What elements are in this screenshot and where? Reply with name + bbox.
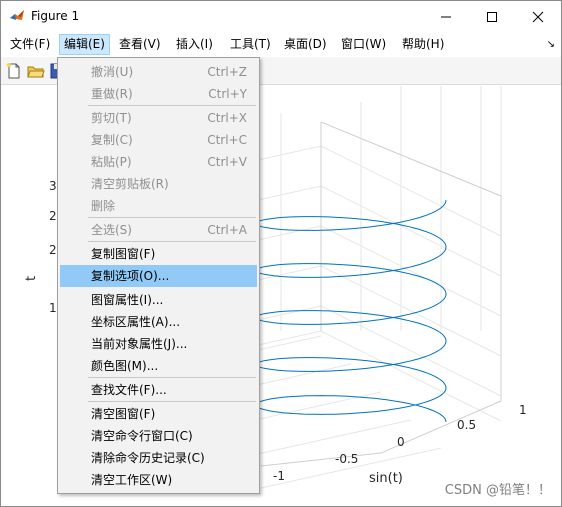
menu-item-shortcut: Ctrl+C bbox=[207, 133, 247, 147]
menu-item-label: 坐标区属性(A)... bbox=[91, 315, 181, 329]
maximize-icon bbox=[487, 11, 497, 22]
menu-file[interactable]: 文件(F) bbox=[6, 34, 54, 55]
figure-window: Figure 1 文件(F) 编辑(E) 查看(V) 插入(I) 工具(T) 桌… bbox=[0, 0, 562, 507]
menu-item-clear-command-window[interactable]: 清空命令行窗口(C) bbox=[60, 425, 257, 447]
menubar-dock-arrow[interactable]: ↘ bbox=[547, 39, 555, 50]
menu-item-label: 粘贴(P) bbox=[91, 155, 132, 169]
menu-item-label: 当前对象属性(J)... bbox=[91, 337, 188, 351]
menu-item-shortcut: Ctrl+Z bbox=[207, 65, 247, 79]
menu-bar: 文件(F) 编辑(E) 查看(V) 插入(I) 工具(T) 桌面(D) 窗口(W… bbox=[1, 32, 561, 57]
menu-tools[interactable]: 工具(T) bbox=[226, 34, 275, 55]
menu-item-label: 删除 bbox=[91, 199, 116, 213]
z-tick-label: 3 bbox=[49, 179, 57, 193]
menu-item-label: 颜色图(M)... bbox=[91, 359, 159, 373]
menu-item-label: 查找文件(F)... bbox=[91, 383, 167, 397]
menu-item-undo[interactable]: 撤消(U) Ctrl+Z bbox=[60, 61, 257, 83]
x-tick-label: -1 bbox=[273, 469, 285, 483]
menu-separator bbox=[88, 105, 256, 106]
menu-item-label: 全选(S) bbox=[91, 223, 132, 237]
z-tick-label: 2 bbox=[49, 243, 57, 257]
menu-separator bbox=[88, 217, 256, 218]
menu-window[interactable]: 窗口(W) bbox=[337, 34, 390, 55]
menu-separator bbox=[88, 241, 256, 242]
menu-item-paste[interactable]: 粘贴(P) Ctrl+V bbox=[60, 151, 257, 173]
minimize-button[interactable] bbox=[423, 1, 469, 32]
menu-insert[interactable]: 插入(I) bbox=[172, 34, 217, 55]
menu-item-clear-figure[interactable]: 清空图窗(F) bbox=[60, 403, 257, 425]
menu-item-colormap[interactable]: 颜色图(M)... bbox=[60, 355, 257, 377]
menu-view[interactable]: 查看(V) bbox=[115, 34, 165, 55]
z-axis-label: t bbox=[24, 276, 39, 281]
menu-item-redo[interactable]: 重做(R) Ctrl+Y bbox=[60, 83, 257, 105]
menu-item-shortcut: Ctrl+A bbox=[207, 223, 247, 237]
edit-menu-dropdown: 撤消(U) Ctrl+Z 重做(R) Ctrl+Y 剪切(T) Ctrl+X 复制(C) Ct… bbox=[57, 57, 260, 494]
menu-item-label: 复制图窗(F) bbox=[91, 247, 156, 261]
x-tick-label: 0.5 bbox=[457, 418, 476, 432]
menu-item-label: 清空剪贴板(R) bbox=[91, 177, 169, 191]
matlab-icon bbox=[9, 8, 25, 24]
close-button[interactable] bbox=[515, 1, 561, 32]
menu-edit[interactable]: 编辑(E) bbox=[59, 34, 110, 55]
menu-item-label: 复制(C) bbox=[91, 133, 133, 147]
watermark: CSDN @铅笔！！ bbox=[444, 483, 551, 498]
x-tick-label: -0.5 bbox=[335, 452, 358, 466]
menu-separator bbox=[88, 401, 256, 402]
z-tick-label: 2 bbox=[49, 209, 57, 223]
menu-item-shortcut: Ctrl+V bbox=[207, 155, 247, 169]
menu-item-label: 重做(R) bbox=[91, 87, 133, 101]
z-tick-label: 1 bbox=[49, 301, 57, 315]
x-tick-label: 1 bbox=[519, 403, 527, 417]
menu-item-current-object-properties[interactable]: 当前对象属性(J)... bbox=[60, 333, 257, 355]
menu-item-label: 清除命令历史记录(C) bbox=[91, 451, 205, 465]
menu-item-label: 图窗属性(I)... bbox=[91, 293, 164, 307]
menu-item-label: 剪切(T) bbox=[91, 111, 132, 125]
title-bar[interactable]: Figure 1 bbox=[1, 1, 561, 32]
menu-help[interactable]: 帮助(H) bbox=[398, 34, 448, 55]
minimize-icon bbox=[441, 16, 451, 17]
menu-item-axes-properties[interactable]: 坐标区属性(A)... bbox=[60, 311, 257, 333]
menu-separator bbox=[88, 377, 256, 378]
menu-item-clear-command-history[interactable]: 清除命令历史记录(C) bbox=[60, 447, 257, 469]
menu-item-copy-options[interactable]: 复制选项(O)... bbox=[60, 265, 257, 287]
menu-item-delete[interactable]: 删除 bbox=[60, 195, 257, 217]
maximize-button[interactable] bbox=[469, 1, 515, 32]
new-figure-icon[interactable] bbox=[5, 62, 23, 80]
menu-item-copy-figure[interactable]: 复制图窗(F) bbox=[60, 243, 257, 265]
menu-item-shortcut: Ctrl+Y bbox=[208, 87, 247, 101]
menu-item-shortcut: Ctrl+X bbox=[207, 111, 247, 125]
menu-item-label: 撤消(U) bbox=[91, 65, 134, 79]
x-axis-label: sin(t) bbox=[369, 471, 403, 486]
open-file-icon[interactable] bbox=[27, 62, 45, 80]
menu-desktop[interactable]: 桌面(D) bbox=[280, 34, 331, 55]
menu-item-label: 清空图窗(F) bbox=[91, 407, 156, 421]
menu-item-clear-workspace[interactable]: 清空工作区(W) bbox=[60, 469, 257, 491]
x-tick-label: 0 bbox=[397, 435, 405, 449]
menu-item-label: 清空命令行窗口(C) bbox=[91, 429, 193, 443]
menu-item-clear-clipboard[interactable]: 清空剪贴板(R) bbox=[60, 173, 257, 195]
menu-item-copy[interactable]: 复制(C) Ctrl+C bbox=[60, 129, 257, 151]
menu-item-figure-properties[interactable]: 图窗属性(I)... bbox=[60, 289, 257, 311]
close-icon bbox=[532, 11, 544, 22]
menu-item-cut[interactable]: 剪切(T) Ctrl+X bbox=[60, 107, 257, 129]
menu-item-label: 清空工作区(W) bbox=[91, 473, 173, 487]
window-title: Figure 1 bbox=[31, 9, 80, 23]
menu-item-find-files[interactable]: 查找文件(F)... bbox=[60, 379, 257, 401]
helix-line[interactable] bbox=[255, 199, 447, 423]
menu-item-label: 复制选项(O)... bbox=[91, 269, 170, 283]
menu-item-select-all[interactable]: 全选(S) Ctrl+A bbox=[60, 219, 257, 241]
